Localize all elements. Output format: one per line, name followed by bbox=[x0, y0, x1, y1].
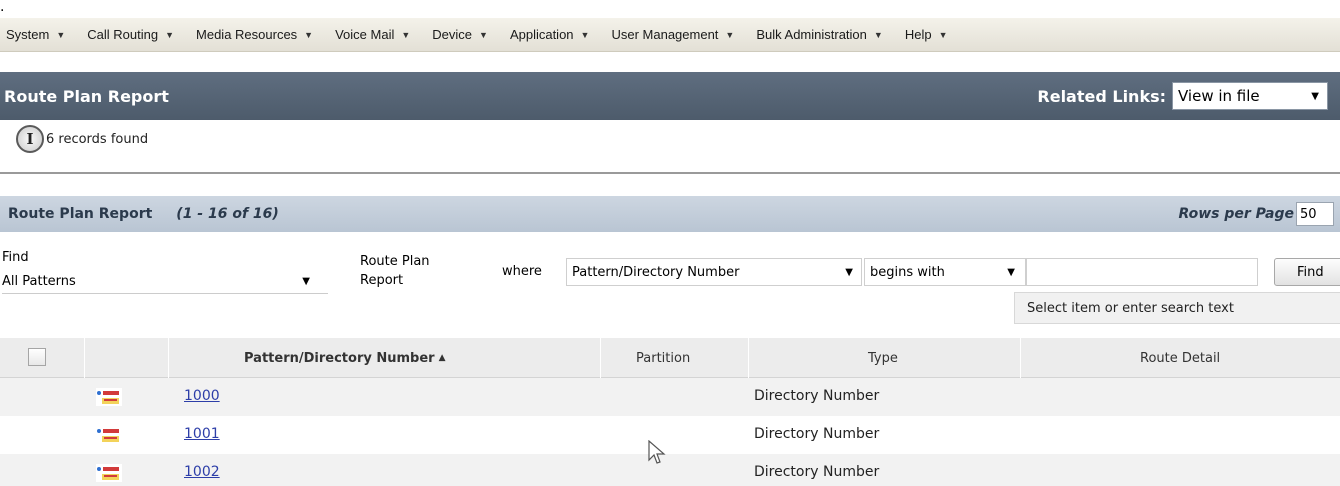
row-type: Directory Number bbox=[754, 426, 880, 442]
directory-number-icon bbox=[96, 388, 122, 406]
search-operator-select[interactable]: begins with ▼ bbox=[864, 258, 1026, 286]
chevron-down-icon: ▼ bbox=[580, 29, 590, 40]
find-select[interactable]: All Patterns ▼ bbox=[2, 270, 328, 294]
find-label: Find bbox=[2, 250, 29, 265]
record-count: (1 - 16 of 16) bbox=[176, 206, 279, 222]
table-row: 1001 Directory Number bbox=[0, 416, 1340, 454]
chevron-down-icon: ▼ bbox=[165, 29, 175, 40]
menu-device[interactable]: Device ▼ bbox=[432, 27, 488, 42]
sort-ascending-icon: ▲ bbox=[438, 353, 446, 363]
pattern-link[interactable]: 1000 bbox=[184, 388, 220, 404]
chevron-down-icon: ▼ bbox=[304, 29, 314, 40]
column-header-partition[interactable]: Partition bbox=[636, 338, 690, 378]
rows-per-page-label: Rows per Page bbox=[1178, 206, 1294, 222]
report-label: Route Plan Report bbox=[360, 254, 430, 288]
select-all-checkbox[interactable] bbox=[28, 348, 46, 366]
search-input[interactable] bbox=[1026, 258, 1258, 286]
row-type: Directory Number bbox=[754, 388, 880, 404]
menu-bar: System ▼ Call Routing ▼ Media Resources ▼ V… bbox=[0, 18, 1340, 52]
menu-bulk-administration[interactable]: Bulk Administration ▼ bbox=[756, 27, 882, 42]
rows-per-page-select[interactable]: 50 bbox=[1296, 202, 1334, 226]
related-links-label: Related Links: bbox=[1037, 86, 1166, 106]
find-button[interactable]: Find bbox=[1274, 258, 1340, 286]
table-row: 1000 Directory Number bbox=[0, 378, 1340, 416]
chevron-down-icon: ▼ bbox=[401, 29, 411, 40]
column-separator bbox=[168, 338, 169, 378]
pattern-link[interactable]: 1002 bbox=[184, 464, 220, 480]
chevron-down-icon: ▼ bbox=[1311, 90, 1319, 102]
chevron-down-icon: ▼ bbox=[56, 29, 66, 40]
chevron-down-icon: ▼ bbox=[845, 266, 853, 278]
chevron-down-icon: ▼ bbox=[302, 276, 310, 287]
row-type: Directory Number bbox=[754, 464, 880, 480]
column-separator bbox=[84, 338, 85, 378]
directory-number-icon bbox=[96, 426, 122, 444]
pattern-link[interactable]: 1001 bbox=[184, 426, 220, 442]
column-separator bbox=[748, 338, 749, 378]
chevron-down-icon: ▼ bbox=[873, 29, 883, 40]
related-links: Related Links: View in file ▼ bbox=[1037, 82, 1328, 110]
table-row: 1002 Directory Number bbox=[0, 454, 1340, 486]
menu-call-routing[interactable]: Call Routing ▼ bbox=[87, 27, 174, 42]
search-hint: Select item or enter search text bbox=[1014, 292, 1340, 324]
menu-help[interactable]: Help ▼ bbox=[905, 27, 948, 42]
menu-system[interactable]: System ▼ bbox=[6, 27, 65, 42]
status-message: I 6 records found bbox=[16, 124, 148, 154]
search-field-select[interactable]: Pattern/Directory Number ▼ bbox=[566, 258, 862, 286]
menu-application[interactable]: Application ▼ bbox=[510, 27, 590, 42]
column-header-pattern[interactable]: Pattern/Directory Number ▲ bbox=[244, 338, 446, 378]
section-title: Route Plan Report bbox=[8, 206, 153, 222]
chevron-down-icon: ▼ bbox=[1007, 266, 1015, 278]
related-links-select[interactable]: View in file ▼ bbox=[1172, 82, 1328, 110]
page-title: Route Plan Report bbox=[4, 86, 169, 106]
section-header: Route Plan Report (1 - 16 of 16) Rows pe… bbox=[0, 196, 1340, 232]
column-header-type[interactable]: Type bbox=[868, 338, 898, 378]
table-header: Pattern/Directory Number ▲ Partition Type… bbox=[0, 338, 1340, 378]
mouse-cursor-icon bbox=[648, 440, 666, 464]
corner-dot: . bbox=[0, 0, 5, 15]
page-header: Route Plan Report Related Links: View in… bbox=[0, 72, 1340, 120]
menu-user-management[interactable]: User Management ▼ bbox=[611, 27, 734, 42]
divider bbox=[0, 172, 1340, 174]
directory-number-icon bbox=[96, 464, 122, 482]
menu-voice-mail[interactable]: Voice Mail ▼ bbox=[335, 27, 410, 42]
status-text: 6 records found bbox=[46, 131, 149, 147]
info-icon: I bbox=[16, 125, 44, 153]
chevron-down-icon: ▼ bbox=[479, 29, 488, 40]
column-separator bbox=[1020, 338, 1021, 378]
column-header-route-detail[interactable]: Route Detail bbox=[1140, 338, 1220, 378]
where-label: where bbox=[502, 264, 542, 279]
chevron-down-icon: ▼ bbox=[938, 29, 948, 40]
column-separator bbox=[600, 338, 601, 378]
menu-media-resources[interactable]: Media Resources ▼ bbox=[196, 27, 313, 42]
chevron-down-icon: ▼ bbox=[725, 29, 735, 40]
